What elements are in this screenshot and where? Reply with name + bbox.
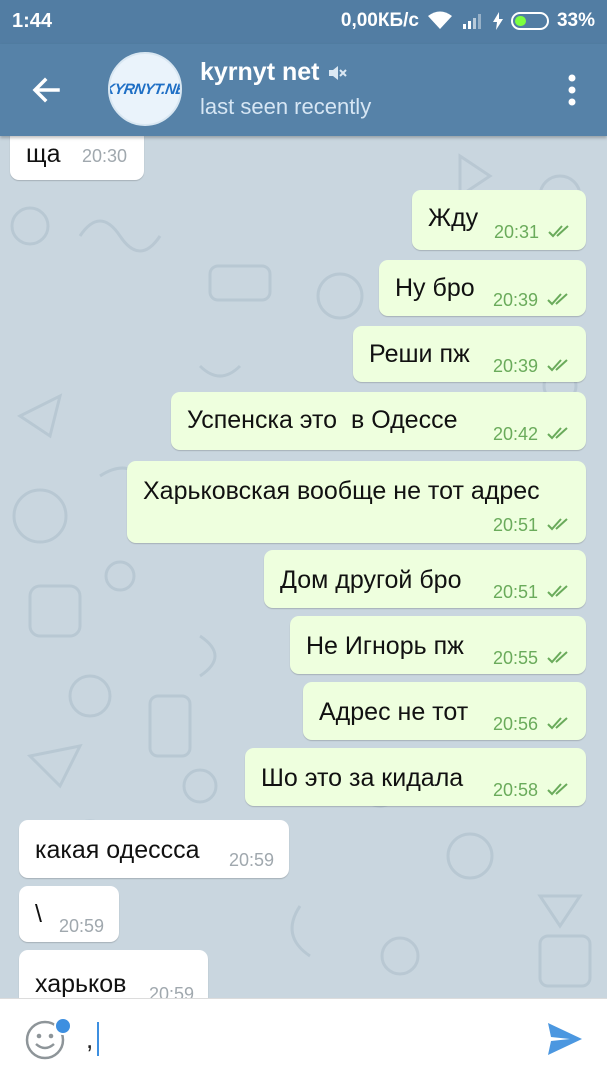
network-speed: 0,00КБ/с <box>340 10 419 31</box>
message-time: 20:51 <box>493 515 539 535</box>
chat-header: KYRNYT.NE kyrnyt net last seen recently <box>0 44 607 136</box>
read-checkmark-icon <box>547 783 568 796</box>
message-text: какая одессса <box>35 836 200 864</box>
avatar[interactable]: KYRNYT.NE <box>108 52 182 126</box>
message-text: Адрес не тот <box>319 698 469 726</box>
message-bubble-outgoing[interactable]: Реши пж 20:39 <box>353 326 586 382</box>
text-caret <box>97 1022 100 1056</box>
read-checkmark-icon <box>547 717 568 730</box>
message-time: 20:59 <box>149 984 195 998</box>
message-text: Дом другой бро <box>280 566 462 594</box>
message-time: 20:55 <box>493 648 539 668</box>
message-bubble-outgoing[interactable]: Дом другой бро 20:51 <box>264 550 586 608</box>
read-checkmark-icon <box>547 293 568 306</box>
chat-title[interactable]: kyrnyt net <box>200 58 348 87</box>
message-time: 20:39 <box>493 290 539 310</box>
message-time: 20:42 <box>493 424 539 444</box>
message-text: Успенска это в Одессе <box>187 406 458 434</box>
message-bubble-incoming[interactable]: харьков 20:59 <box>19 950 208 998</box>
message-text: Реши пж <box>369 340 470 368</box>
message-text: Ну бро <box>395 274 475 302</box>
message-bubble-outgoing[interactable]: Адрес не тот 20:56 <box>303 682 586 740</box>
message-text: Харьковская вообще не тот адрес <box>143 477 540 505</box>
signal-icon <box>462 14 481 29</box>
message-text: Не Игнорь пж <box>306 632 464 660</box>
message-input-value: , <box>86 1023 94 1054</box>
message-input[interactable]: , <box>86 1015 516 1063</box>
status-right: 0,00КБ/с 33% <box>341 10 595 32</box>
read-checkmark-icon <box>547 427 568 440</box>
message-time: 20:39 <box>493 356 539 376</box>
wifi-icon <box>427 11 452 29</box>
message-bubble-outgoing[interactable]: Успенска это в Одессе 20:42 <box>171 392 586 450</box>
more-vert-icon[interactable] <box>567 72 577 108</box>
message-bubble-outgoing[interactable]: Не Игнорь пж 20:55 <box>290 616 586 674</box>
message-bubble-incoming[interactable]: \ 20:59 <box>19 886 119 942</box>
message-text: ща <box>26 140 61 168</box>
back-arrow-icon[interactable] <box>28 70 68 110</box>
message-bubble-outgoing[interactable]: Харьковская вообще не тот адрес 20:51 <box>127 461 586 543</box>
send-icon[interactable] <box>546 1021 584 1057</box>
message-bubble-incoming[interactable]: ща 20:30 <box>10 136 144 180</box>
contact-name: kyrnyt net <box>200 58 320 86</box>
battery-icon <box>510 12 549 30</box>
last-seen-status: last seen recently <box>200 94 372 119</box>
read-checkmark-icon <box>547 585 568 598</box>
message-time: 20:56 <box>493 714 539 734</box>
muted-icon <box>329 65 348 80</box>
message-time: 20:59 <box>59 916 105 936</box>
message-bubble-incoming[interactable]: какая одессса 20:59 <box>19 820 289 878</box>
message-bubble-outgoing[interactable]: Ну бро 20:39 <box>379 260 586 316</box>
read-checkmark-icon <box>547 359 568 372</box>
message-bubble-outgoing[interactable]: Шо это за кидала 20:58 <box>245 748 586 806</box>
message-text: \ <box>35 900 42 928</box>
message-text: Жду <box>428 204 479 232</box>
read-checkmark-icon <box>547 518 568 531</box>
emoji-notification-dot <box>54 1017 72 1035</box>
message-composer: , <box>0 998 607 1081</box>
message-text: Шо это за кидала <box>261 764 464 792</box>
message-time: 20:30 <box>82 146 128 166</box>
message-time: 20:31 <box>494 222 540 242</box>
status-bar: 1:44 0,00КБ/с 33% <box>0 0 607 44</box>
read-checkmark-icon <box>547 651 568 664</box>
message-time: 20:58 <box>493 780 539 800</box>
message-list[interactable]: ща 20:30 Жду 20:31 Ну бро 20:39 Реши пж … <box>0 136 607 998</box>
message-time: 20:59 <box>229 850 275 870</box>
battery-level: 33% <box>556 10 595 31</box>
avatar-logo: KYRNYT.NE <box>108 80 182 98</box>
charging-icon <box>492 12 503 30</box>
message-time: 20:51 <box>493 582 539 602</box>
message-text: харьков <box>35 970 127 998</box>
message-bubble-outgoing[interactable]: Жду 20:31 <box>412 190 586 250</box>
status-time: 1:44 <box>12 10 53 32</box>
read-checkmark-icon <box>548 225 569 238</box>
